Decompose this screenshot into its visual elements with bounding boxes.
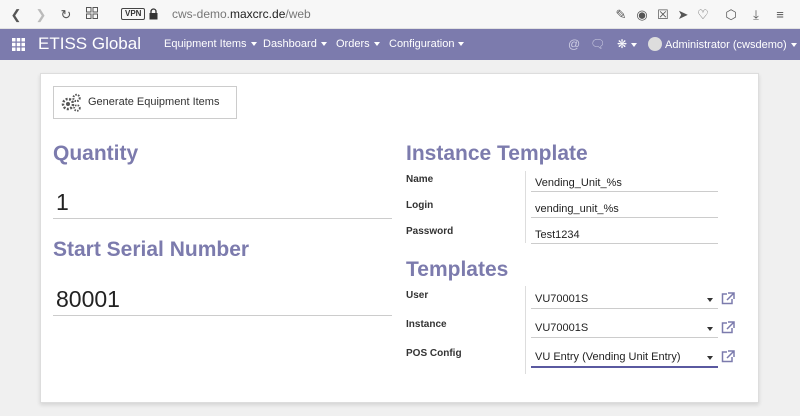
menu-dashboard[interactable]: Dashboard: [263, 38, 327, 50]
shield-icon[interactable]: ☒: [655, 7, 671, 23]
tabs-grid-icon[interactable]: [84, 7, 100, 23]
vpn-badge[interactable]: VPN: [121, 8, 146, 20]
instance-template-heading: Instance Template: [406, 142, 588, 165]
browser-toolbar: ❮ ❯ ↻ VPN cws-demo.maxcrc.de/web ✎ ◉ ☒ ➤…: [0, 0, 800, 29]
pos-config-label: POS Config: [406, 348, 462, 359]
menu-equipment-items[interactable]: Equipment Items: [164, 38, 257, 50]
caret-down-icon: [790, 43, 797, 48]
instance-select[interactable]: VU70001S: [535, 322, 588, 334]
serial-heading: Start Serial Number: [53, 238, 250, 261]
user-underline: [531, 308, 718, 309]
chat-icon[interactable]: 🗨: [590, 37, 605, 51]
external-link-icon[interactable]: [721, 350, 735, 363]
name-label: Name: [406, 174, 434, 185]
menu-label: Equipment Items: [164, 38, 247, 50]
app-brand[interactable]: ETISS Global: [38, 34, 141, 54]
gears-icon: [61, 93, 81, 112]
dropdown-caret-icon[interactable]: [707, 298, 713, 302]
main-navbar: ETISS Global Equipment Items Dashboard O…: [0, 29, 800, 60]
login-label: Login: [406, 200, 434, 211]
external-link-icon[interactable]: [721, 321, 735, 334]
user-name: Administrator (cwsdemo): [665, 39, 787, 51]
caret-down-icon: [631, 42, 638, 47]
user-menu[interactable]: Administrator (cwsdemo): [665, 39, 797, 51]
menu-label: Configuration: [389, 38, 455, 50]
heart-icon[interactable]: ♡: [695, 7, 711, 23]
login-underline: [531, 217, 718, 218]
pos-config-select[interactable]: VU Entry (Vending Unit Entry): [535, 351, 681, 363]
user-select[interactable]: VU70001S: [535, 293, 588, 305]
url-prefix: cws-demo.: [172, 7, 231, 21]
cube-icon[interactable]: ⬡: [723, 7, 739, 23]
instance-label: Instance: [406, 319, 447, 330]
menu-icon[interactable]: ≡: [772, 7, 788, 23]
quantity-input[interactable]: 1: [56, 189, 69, 216]
lock-icon: [149, 8, 158, 20]
url-domain: maxcrc.de: [230, 7, 286, 21]
address-bar[interactable]: cws-demo.maxcrc.de/web: [172, 7, 311, 21]
pos-config-underline-active: [531, 366, 718, 368]
password-label: Password: [406, 226, 454, 237]
external-link-icon[interactable]: [721, 292, 735, 305]
login-field[interactable]: vending_unit_%s: [535, 203, 619, 215]
caret-down-icon: [250, 42, 257, 47]
apps-grid-icon[interactable]: [12, 38, 25, 51]
generate-equipment-button[interactable]: Generate Equipment Items: [53, 86, 237, 119]
serial-underline: [53, 315, 392, 316]
at-icon[interactable]: @: [568, 37, 580, 51]
field-separator: [525, 171, 526, 243]
caret-down-icon: [320, 42, 327, 47]
quantity-underline: [53, 218, 392, 219]
menu-label: Dashboard: [263, 38, 317, 50]
bug-icon[interactable]: ❋: [617, 37, 638, 51]
menu-orders[interactable]: Orders: [336, 38, 380, 50]
dropdown-caret-icon[interactable]: [707, 356, 713, 360]
password-field[interactable]: Test1234: [535, 229, 580, 241]
generate-button-label: Generate Equipment Items: [88, 96, 220, 108]
instance-underline: [531, 337, 718, 338]
url-path: /web: [285, 7, 311, 21]
reload-icon[interactable]: ↻: [58, 7, 74, 23]
menu-configuration[interactable]: Configuration: [389, 38, 465, 50]
forward-icon[interactable]: ❯: [33, 7, 49, 23]
caret-down-icon: [458, 42, 465, 47]
name-field[interactable]: Vending_Unit_%s: [535, 177, 622, 189]
avatar[interactable]: [648, 37, 662, 51]
serial-input[interactable]: 80001: [56, 286, 120, 313]
password-underline: [531, 243, 718, 244]
send-icon[interactable]: ➤: [675, 7, 691, 23]
edit-icon[interactable]: ✎: [613, 7, 629, 23]
form-sheet: Generate Equipment Items Quantity 1 Star…: [40, 73, 759, 403]
dropdown-caret-icon[interactable]: [707, 327, 713, 331]
caret-down-icon: [373, 42, 380, 47]
quantity-heading: Quantity: [53, 142, 139, 165]
templates-heading: Templates: [406, 258, 509, 281]
user-label: User: [406, 290, 429, 301]
download-icon[interactable]: ⤓: [748, 7, 764, 23]
field-separator: [525, 286, 526, 374]
menu-label: Orders: [336, 38, 370, 50]
name-underline: [531, 191, 718, 192]
back-icon[interactable]: ❮: [8, 7, 24, 23]
camera-icon[interactable]: ◉: [634, 7, 650, 23]
